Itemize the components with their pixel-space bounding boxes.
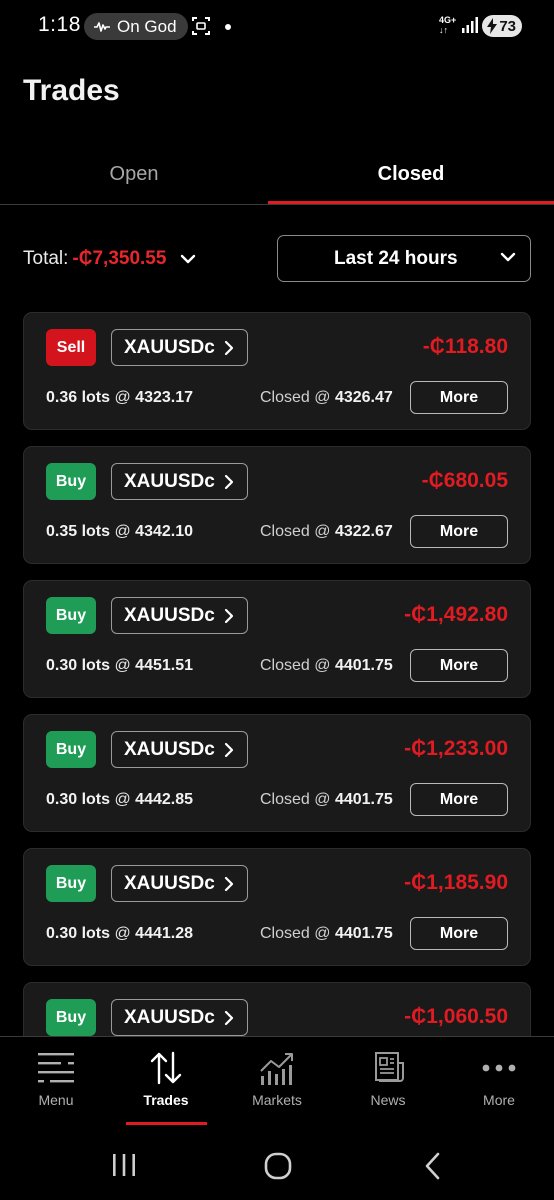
nav-label: More: [483, 1092, 515, 1108]
nav-label: Markets: [252, 1092, 302, 1108]
nav-item-markets[interactable]: Markets: [222, 1037, 332, 1127]
chevron-down-icon: [500, 252, 516, 262]
active-tab-indicator: [268, 201, 554, 204]
nav-label: Trades: [143, 1092, 189, 1108]
open-info: 0.35 lots @ 4342.10: [46, 523, 194, 540]
trade-pnl: -₵680.05: [421, 469, 508, 492]
trade-card[interactable]: Buy XAUUSDc -₵1,060.50: [23, 982, 531, 1036]
trade-pnl: -₵118.80: [422, 335, 508, 358]
side-badge-buy: Buy: [46, 597, 96, 634]
more-icon: [482, 1064, 516, 1072]
nav-item-more[interactable]: More: [444, 1037, 554, 1127]
symbol-chip[interactable]: XAUUSDc: [111, 463, 248, 500]
close-info: Closed @ 4401.75: [260, 925, 393, 942]
home-icon[interactable]: [264, 1152, 292, 1180]
markets-icon: [260, 1053, 293, 1085]
chevron-down-icon[interactable]: [180, 254, 196, 264]
trades-icon: [150, 1051, 182, 1085]
chevron-right-icon: [224, 474, 234, 490]
side-badge-buy: Buy: [46, 865, 96, 902]
more-button[interactable]: More: [410, 381, 508, 414]
more-button[interactable]: More: [410, 917, 508, 950]
total-label: Total:: [23, 248, 69, 269]
data-arrows-icon: ↓↑: [439, 25, 448, 35]
total-summary[interactable]: Total: -₵7,350.55: [23, 245, 196, 273]
close-info: Closed @ 4326.47: [260, 389, 393, 406]
trade-card[interactable]: Sell XAUUSDc -₵118.80 0.36 lots @ 4323.1…: [23, 312, 531, 430]
side-badge-buy: Buy: [46, 999, 96, 1036]
chevron-right-icon: [224, 1010, 234, 1026]
side-badge-buy: Buy: [46, 731, 96, 768]
charging-icon: [487, 18, 497, 34]
notification-dot: [225, 24, 231, 30]
side-badge-sell: Sell: [46, 329, 96, 366]
network-type: 4G+ ↓↑: [439, 15, 457, 35]
tab-closed[interactable]: Closed: [268, 144, 554, 204]
more-button[interactable]: More: [410, 515, 508, 548]
open-info: 0.30 lots @ 4441.28: [46, 925, 194, 942]
period-dropdown[interactable]: Last 24 hours: [277, 235, 531, 282]
sound-wave-icon: [94, 21, 110, 32]
period-value: Last 24 hours: [334, 247, 458, 269]
bottom-nav: Menu Trades Markets News More: [0, 1036, 554, 1126]
trade-tabs: Open Closed: [0, 144, 554, 205]
tab-open[interactable]: Open: [0, 144, 268, 204]
open-info: 0.30 lots @ 4442.85: [46, 791, 194, 808]
nav-label: Menu: [38, 1092, 74, 1108]
trade-pnl: -₵1,492.80: [404, 603, 508, 626]
nav-item-trades[interactable]: Trades: [111, 1037, 221, 1127]
status-pill: On God: [84, 13, 188, 40]
trades-list[interactable]: Sell XAUUSDc -₵118.80 0.36 lots @ 4323.1…: [0, 312, 554, 1036]
symbol-chip[interactable]: XAUUSDc: [111, 329, 248, 366]
open-info: 0.36 lots @ 4323.17: [46, 389, 194, 406]
trade-card[interactable]: Buy XAUUSDc -₵680.05 0.35 lots @ 4342.10…: [23, 446, 531, 564]
total-value: -₵7,350.55: [72, 248, 167, 269]
trade-card[interactable]: Buy XAUUSDc -₵1,492.80 0.30 lots @ 4451.…: [23, 580, 531, 698]
status-time: 1:18: [38, 13, 81, 36]
open-info: 0.30 lots @ 4451.51: [46, 657, 194, 674]
symbol-chip[interactable]: XAUUSDc: [111, 865, 248, 902]
trade-pnl: -₵1,185.90: [404, 871, 508, 894]
page-title: Trades: [23, 74, 120, 107]
signal-icon: [462, 17, 478, 33]
symbol-label: XAUUSDc: [124, 872, 215, 894]
news-icon: [375, 1052, 404, 1082]
battery-indicator: 73: [482, 15, 522, 37]
symbol-label: XAUUSDc: [124, 604, 215, 626]
back-icon[interactable]: [423, 1152, 443, 1180]
more-button[interactable]: More: [410, 649, 508, 682]
chevron-right-icon: [224, 608, 234, 624]
status-bar: 1:18 On God 4G+ ↓↑ 73: [0, 0, 554, 54]
symbol-chip[interactable]: XAUUSDc: [111, 731, 248, 768]
more-button[interactable]: More: [410, 783, 508, 816]
menu-icon: [38, 1053, 74, 1083]
symbol-label: XAUUSDc: [124, 1006, 215, 1028]
system-nav-bar: [0, 1130, 554, 1200]
symbol-label: XAUUSDc: [124, 738, 215, 760]
close-info: Closed @ 4322.67: [260, 523, 393, 540]
side-badge-buy: Buy: [46, 463, 96, 500]
trade-pnl: -₵1,233.00: [404, 737, 508, 760]
status-pill-text: On God: [117, 16, 177, 36]
nav-label: News: [370, 1092, 406, 1108]
trade-card[interactable]: Buy XAUUSDc -₵1,233.00 0.30 lots @ 4442.…: [23, 714, 531, 832]
chevron-right-icon: [224, 742, 234, 758]
close-info: Closed @ 4401.75: [260, 657, 393, 674]
nav-item-menu[interactable]: Menu: [1, 1037, 111, 1127]
trade-card[interactable]: Buy XAUUSDc -₵1,185.90 0.30 lots @ 4441.…: [23, 848, 531, 966]
nav-item-news[interactable]: News: [333, 1037, 443, 1127]
close-info: Closed @ 4401.75: [260, 791, 393, 808]
symbol-chip[interactable]: XAUUSDc: [111, 597, 248, 634]
symbol-chip[interactable]: XAUUSDc: [111, 999, 248, 1036]
chevron-right-icon: [224, 876, 234, 892]
symbol-label: XAUUSDc: [124, 470, 215, 492]
chevron-right-icon: [224, 340, 234, 356]
trades-screen: 1:18 On God 4G+ ↓↑ 73 Trades Open Closed…: [0, 0, 554, 1200]
active-nav-indicator: [126, 1122, 207, 1125]
trade-pnl: -₵1,060.50: [404, 1005, 508, 1028]
recent-apps-icon[interactable]: [111, 1152, 137, 1178]
screenshot-icon: [192, 17, 210, 35]
symbol-label: XAUUSDc: [124, 336, 215, 358]
